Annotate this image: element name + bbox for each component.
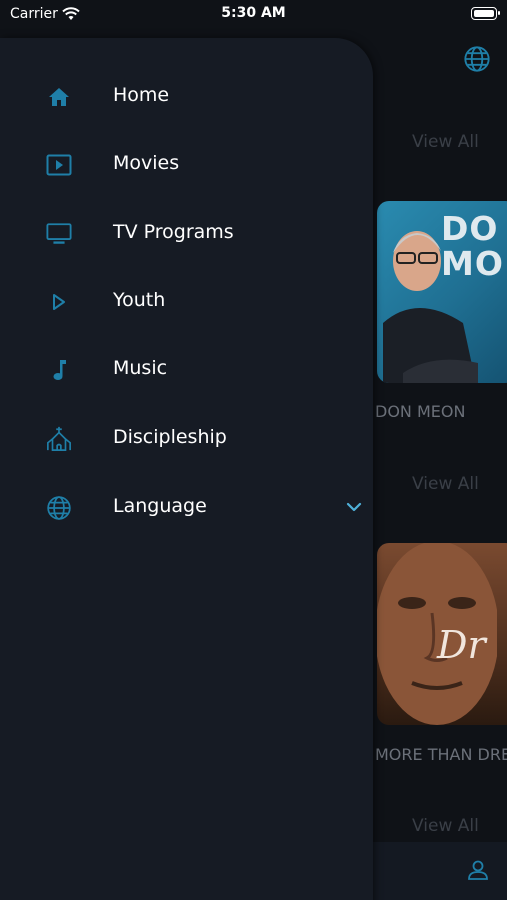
status-bar: Carrier 5:30 AM (0, 0, 507, 28)
drawer-item-language[interactable]: Language (0, 483, 373, 533)
content-thumbnail[interactable]: DO MO (377, 201, 507, 383)
tv-icon (46, 221, 72, 247)
drawer-item-home[interactable]: Home (0, 72, 373, 122)
home-icon (46, 84, 72, 110)
drawer-item-label: Discipleship (113, 426, 227, 448)
drawer-item-label: Language (113, 495, 207, 517)
drawer-item-discipleship[interactable]: Discipleship (0, 414, 373, 464)
content-title: MORE THAN DRE (375, 745, 507, 764)
status-time: 5:30 AM (221, 5, 286, 21)
thumbnail-title-art: Dr (437, 623, 486, 667)
battery-icon (471, 7, 500, 20)
church-icon (46, 426, 72, 452)
content-thumbnail[interactable]: Dr (377, 543, 507, 725)
navigation-drawer: Home Movies TV Programs Youth Music Disc… (0, 38, 373, 900)
drawer-item-label: Music (113, 357, 168, 379)
drawer-item-label: Movies (113, 152, 180, 174)
play-icon (46, 289, 72, 315)
drawer-item-label: Youth (113, 289, 166, 311)
drawer-item-youth[interactable]: Youth (0, 277, 373, 327)
globe-icon[interactable] (463, 45, 491, 77)
content-title: DON MEON (375, 402, 466, 421)
movie-icon (46, 152, 72, 178)
drawer-item-tv-programs[interactable]: TV Programs (0, 209, 373, 259)
drawer-item-movies[interactable]: Movies (0, 140, 373, 190)
drawer-item-music[interactable]: Music (0, 345, 373, 395)
drawer-item-label: Home (113, 84, 170, 106)
drawer-item-label: TV Programs (113, 221, 234, 243)
view-all-link[interactable]: View All (412, 132, 479, 152)
view-all-link[interactable]: View All (412, 816, 479, 836)
thumbnail-title-art: DO MO (441, 209, 504, 283)
music-note-icon (46, 357, 72, 383)
globe-icon (46, 495, 72, 521)
profile-tab-icon[interactable] (466, 858, 490, 886)
chevron-down-icon[interactable] (346, 498, 362, 517)
view-all-link[interactable]: View All (412, 474, 479, 494)
